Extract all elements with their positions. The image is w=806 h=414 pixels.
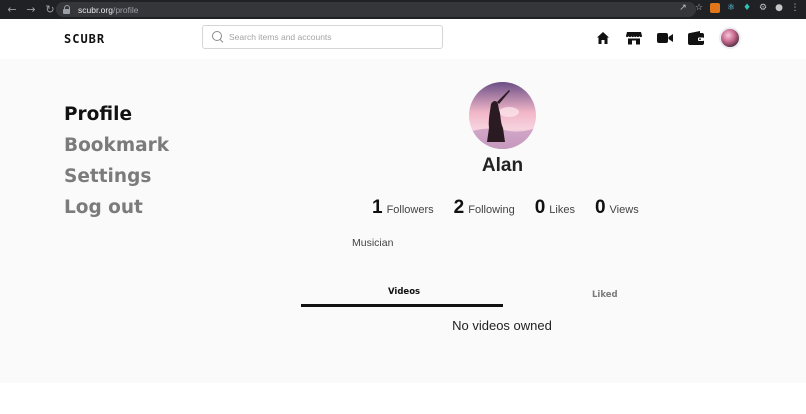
main-content: Profile Bookmark Settings Log out Alan 1 bbox=[0, 59, 806, 383]
back-arrow-icon[interactable]: ← bbox=[5, 3, 19, 17]
ethereum-icon[interactable]: ♦ bbox=[742, 3, 752, 13]
avatar[interactable] bbox=[719, 27, 741, 49]
url-host: scubr.org bbox=[78, 4, 113, 15]
profile-avatar bbox=[469, 82, 536, 149]
star-icon[interactable]: ☆ bbox=[694, 3, 704, 13]
stat-following[interactable]: 2 Following bbox=[454, 197, 515, 219]
site-header: SCUBR bbox=[0, 19, 806, 59]
kebab-menu-icon[interactable]: ⋮ bbox=[790, 3, 800, 13]
stat-label: Views bbox=[609, 204, 639, 216]
profile-name: Alan bbox=[481, 155, 524, 176]
search-input[interactable] bbox=[229, 32, 429, 42]
profile-icon[interactable]: ● bbox=[774, 3, 784, 13]
stat-value: 2 bbox=[453, 197, 465, 218]
url-path: /profile bbox=[112, 4, 139, 15]
profile-stats: 1 Followers 2 Following 0 Likes 0 Views bbox=[372, 197, 659, 219]
sidebar-item-settings[interactable]: Settings bbox=[64, 161, 169, 192]
stat-likes: 0 Likes bbox=[535, 197, 575, 219]
address-bar[interactable]: scubr.org/profile bbox=[56, 2, 696, 17]
metamask-icon[interactable] bbox=[710, 3, 720, 13]
url-text: scubr.org/profile bbox=[78, 5, 138, 15]
active-tab-indicator bbox=[301, 304, 503, 307]
stat-value: 1 bbox=[372, 197, 383, 218]
content-tabs: Videos Liked bbox=[301, 287, 703, 309]
extension-icons: ↗ ☆ ⚛ ♦ ⚙ ● ⋮ bbox=[678, 3, 800, 13]
search-icon bbox=[212, 31, 224, 43]
home-icon[interactable] bbox=[595, 30, 611, 46]
sidebar-item-logout[interactable]: Log out bbox=[64, 192, 169, 223]
stat-label: Likes bbox=[549, 204, 575, 216]
react-devtools-icon[interactable]: ⚛ bbox=[726, 3, 736, 13]
sidebar-item-profile[interactable]: Profile bbox=[64, 99, 169, 130]
empty-state-message: No videos owned bbox=[452, 318, 552, 333]
forward-arrow-icon[interactable]: → bbox=[24, 3, 38, 17]
puzzle-icon[interactable]: ⚙ bbox=[758, 3, 768, 13]
stat-value: 0 bbox=[594, 197, 606, 218]
reload-icon[interactable]: ↻ bbox=[43, 3, 57, 17]
tab-liked[interactable]: Liked bbox=[592, 290, 618, 300]
stat-label: Following bbox=[468, 204, 515, 216]
store-icon[interactable] bbox=[626, 30, 642, 46]
sidebar: Profile Bookmark Settings Log out bbox=[64, 99, 169, 223]
lock-icon bbox=[62, 4, 72, 15]
browser-toolbar: ← → ↻ scubr.org/profile ↗ ☆ ⚛ ♦ ⚙ ● ⋮ bbox=[0, 0, 806, 19]
search-box[interactable] bbox=[202, 25, 443, 49]
video-camera-icon[interactable] bbox=[657, 30, 673, 46]
stat-label: Followers bbox=[386, 204, 434, 216]
sidebar-item-bookmark[interactable]: Bookmark bbox=[64, 130, 169, 161]
header-nav bbox=[595, 27, 741, 49]
wallet-icon[interactable] bbox=[688, 30, 704, 46]
stat-views: 0 Views bbox=[595, 197, 639, 219]
share-icon[interactable]: ↗ bbox=[678, 3, 688, 13]
logo[interactable]: SCUBR bbox=[64, 32, 105, 46]
stat-value: 0 bbox=[534, 197, 546, 218]
stat-followers[interactable]: 1 Followers bbox=[372, 197, 434, 219]
tab-videos[interactable]: Videos bbox=[388, 287, 420, 297]
profile-bio: Musician bbox=[352, 237, 394, 249]
